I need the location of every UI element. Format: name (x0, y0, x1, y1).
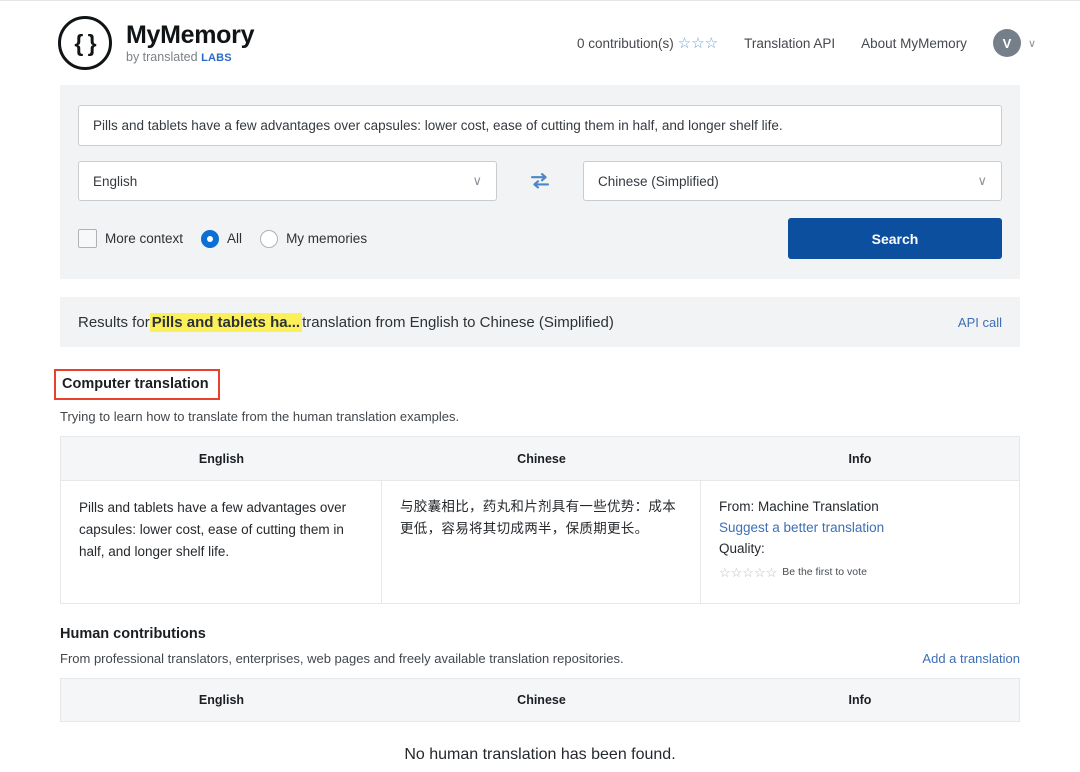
empty-state: No human translation has been found. Ple… (60, 746, 1020, 772)
scope-my-memories-label: My memories (286, 231, 368, 246)
table-header-row: English Chinese Info (61, 436, 1019, 480)
column-header-english: English (198, 692, 245, 707)
swap-languages-button[interactable] (497, 172, 583, 190)
chevron-down-icon: ∨ (1027, 37, 1036, 50)
column-header-info: Info (848, 692, 872, 707)
brand-subtitle: by translated LABS (126, 49, 254, 65)
results-query-highlight: Pills and tablets ha... (149, 312, 303, 332)
language-row: English ∨ Chinese (Simplified) ∨ (78, 161, 1002, 201)
cell-english: Pills and tablets have a few advantages … (61, 481, 382, 603)
suggest-better-translation-link[interactable]: Suggest a better translation (719, 518, 1001, 539)
results-suffix: translation from English to Chinese (Sim… (302, 313, 614, 331)
quality-rating[interactable]: ☆☆☆☆☆ Be the first to vote (719, 562, 1001, 583)
radio-selected-icon (201, 229, 220, 248)
results-bar: Results for Pills and tablets ha... tran… (60, 297, 1020, 347)
brand-logo[interactable]: { } MyMemory by translated LABS (58, 16, 255, 70)
search-button[interactable]: Search (788, 218, 1002, 259)
source-language-select[interactable]: English ∨ (78, 161, 497, 201)
brand-by-label: by translated (126, 49, 198, 64)
scope-radio-all[interactable]: All (201, 229, 243, 248)
cell-chinese: 与胶囊相比，药丸和片剂具有一些优势：成本更低，容易将其切成两半，保质期更长。 (382, 481, 701, 603)
more-context-checkbox[interactable]: More context (78, 229, 183, 248)
contributions-indicator[interactable]: 0 contribution(s) ☆☆☆ (577, 36, 718, 51)
brand-text: MyMemory by translated LABS (126, 20, 255, 65)
brand-labs-label: LABS (201, 51, 232, 64)
avatar: V (992, 29, 1021, 57)
swap-icon (530, 172, 550, 190)
search-options-row: More context All My memories Search (78, 218, 1002, 259)
nav-link-translation-api[interactable]: Translation API (744, 36, 835, 51)
source-language-value: English (93, 173, 138, 189)
add-translation-link-top[interactable]: Add a translation (922, 651, 1020, 666)
target-language-value: Chinese (Simplified) (598, 173, 719, 189)
vote-note: Be the first to vote (782, 565, 867, 578)
api-call-link[interactable]: API call (958, 315, 1002, 330)
chevron-down-icon: ∨ (472, 173, 482, 188)
search-input[interactable]: Pills and tablets have a few advantages … (78, 105, 1002, 146)
translation-source: From: Machine Translation (719, 499, 879, 514)
account-menu[interactable]: V ∨ (992, 29, 1036, 57)
more-context-label: More context (105, 231, 184, 246)
cell-info: From: Machine Translation Suggest a bett… (701, 481, 1019, 603)
column-header-chinese: Chinese (517, 692, 566, 707)
column-header-english: English (198, 451, 245, 466)
human-contributions-title: Human contributions (60, 625, 206, 642)
results-prefix: Results for (78, 313, 150, 331)
computer-translation-title: Computer translation (54, 369, 220, 400)
page-content: Pills and tablets have a few advantages … (0, 85, 1080, 772)
header-nav: 0 contribution(s) ☆☆☆ Translation API Ab… (577, 29, 1036, 57)
human-contributions-table: English Chinese Info (60, 677, 1020, 722)
search-panel: Pills and tablets have a few advantages … (60, 85, 1020, 279)
human-contributions-subtitle: From professional translators, enterpris… (60, 650, 624, 666)
scope-radio-my-memories[interactable]: My memories (260, 229, 368, 248)
computer-translation-subtitle: Trying to learn how to translate from th… (60, 409, 460, 424)
checkbox-icon (78, 229, 97, 248)
column-header-info: Info (848, 451, 872, 466)
target-language-select[interactable]: Chinese (Simplified) ∨ (583, 161, 1002, 201)
column-header-chinese: Chinese (517, 451, 566, 466)
scope-all-label: All (227, 231, 243, 246)
empty-state-line-1: No human translation has been found. (404, 745, 676, 763)
radio-unselected-icon (260, 229, 279, 248)
chevron-down-icon: ∨ (977, 173, 987, 188)
nav-link-about-mymemory[interactable]: About MyMemory (861, 36, 967, 51)
page-header: { } MyMemory by translated LABS 0 contri… (0, 1, 1080, 85)
table-header-row: English Chinese Info (60, 677, 1020, 722)
contribution-stars-icon: ☆☆☆ (677, 34, 719, 52)
quality-label: Quality: (719, 540, 765, 556)
table-row: Pills and tablets have a few advantages … (61, 480, 1019, 603)
brand-name: MyMemory (126, 20, 255, 49)
computer-translation-table: English Chinese Info Pills and tablets h… (60, 436, 1020, 604)
mymemory-logo-icon: { } (58, 16, 112, 70)
human-contributions-subtitle-row: From professional translators, enterpris… (60, 651, 1020, 666)
contributions-count: 0 contribution(s) (576, 35, 674, 51)
rating-stars-icon[interactable]: ☆☆☆☆☆ (719, 562, 777, 583)
